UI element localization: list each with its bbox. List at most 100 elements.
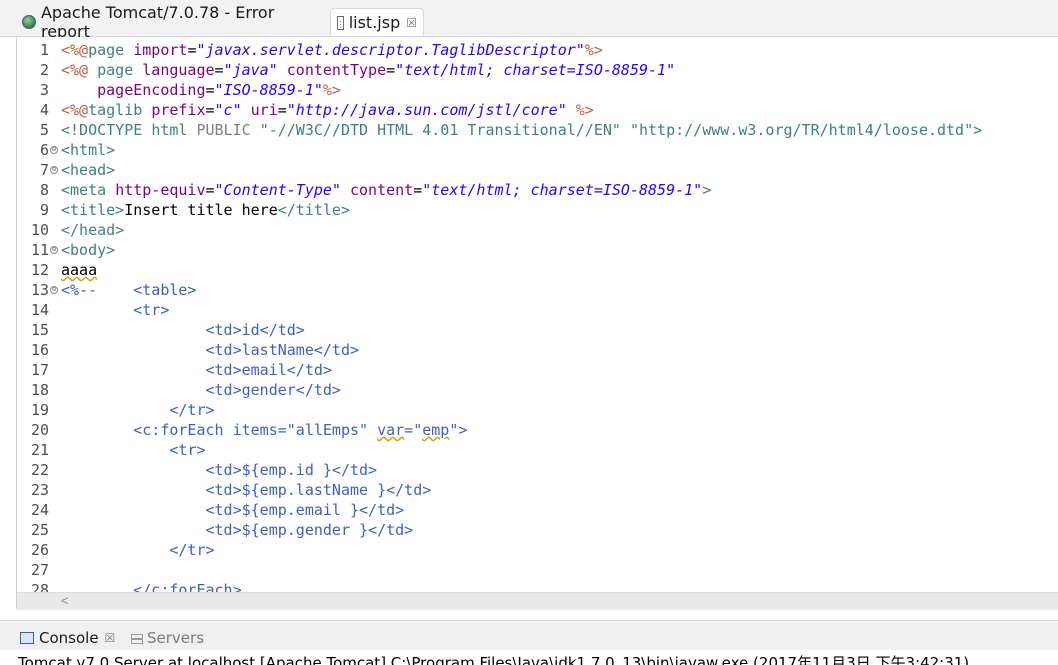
tab-label: Servers [147,629,205,647]
code-editor[interactable]: 1 2 3 4 5 6 7 8 9 10 11 12 13 14 15 16 1… [16,37,1058,610]
horizontal-scrollbar[interactable]: < [17,592,1058,610]
code-line: <html> [61,141,116,159]
console-header-text: Tomcat v7.0 Server at localhost [Apache … [18,654,970,665]
line-number: 12 [30,261,49,279]
code-line: <body> [61,241,116,259]
line-number: 24 [30,501,49,519]
tab-servers[interactable]: Servers [130,626,204,650]
code-token: "ISO-8859-1" [214,81,323,99]
code-line: </c:forEach> [61,581,242,592]
line-number: 7 [39,161,49,179]
fold-toggle-icon[interactable]: ⊖ [50,286,58,294]
code-token: "text/html; charset=ISO-8859-1" [422,181,703,199]
code-token: </title> [277,201,350,219]
code-area[interactable]: <%@page import="javax.servlet.descriptor… [61,37,1058,592]
file-icon [337,15,344,30]
code-line: <!DOCTYPE html PUBLIC "-//W3C//DTD HTML … [61,120,982,140]
code-token: = [205,181,215,199]
tab-label: Apache Tomcat/7.0.78 - Error report [40,3,275,41]
code-line: <%@ page language="java" contentType="te… [61,60,675,80]
line-number: 8 [39,181,49,199]
code-line: <%@taglib prefix="c" uri="http://java.su… [61,100,594,120]
tab-list-jsp[interactable]: list.jsp ☒ [330,8,424,36]
fold-toggle-icon[interactable]: ⊖ [50,166,58,174]
code-token: %> [566,101,594,119]
code-token: PUBLIC [187,121,260,139]
tab-console[interactable]: Console ☒ [20,626,115,650]
code-line: <meta http-equiv="Content-Type" content=… [61,180,711,200]
line-number: 14 [30,301,49,319]
code-token: "java" [223,61,278,79]
code-line: <td>gender</td> [61,381,341,399]
code-token: <%@ [61,41,89,59]
scroll-left-icon[interactable]: < [61,593,69,609]
line-number: 15 [30,321,49,339]
close-icon[interactable]: ☒ [105,631,116,645]
code-token: var [377,421,405,439]
code-token: "-//W3C//DTD HTML 4.01 Transitional//EN" [259,121,621,139]
code-line: <%-- <table> [61,281,197,299]
console-icon [20,632,34,644]
code-token: "text/html; charset=ISO-8859-1" [395,61,676,79]
code-token: > [702,181,712,199]
code-token: "> [449,421,468,439]
code-token: %> [584,41,603,59]
code-line: </tr> [61,401,215,419]
code-token: http-equiv [115,181,206,199]
globe-icon [22,15,36,29]
line-number: 16 [30,341,49,359]
code-token: "Content-Type" [214,181,341,199]
code-token: = [214,61,224,79]
code-line: <td>lastName</td> [61,341,360,359]
code-token: "http://java.sun.com/jstl/core" [286,101,567,119]
fold-toggle-icon[interactable]: ⊖ [50,246,58,254]
code-line: <title>Insert title here</title> [61,200,350,220]
code-token: = [386,61,396,79]
code-token: "javax.servlet.descriptor.TaglibDescript… [196,41,585,59]
tab-label: list.jsp [348,13,401,32]
code-token: language [142,61,215,79]
code-token: =" [404,421,423,439]
line-number: 27 [30,561,49,579]
code-line: <td>${emp.email }</td> [61,501,405,519]
code-token: page [88,41,134,59]
fold-toggle-icon[interactable]: ⊖ [50,146,58,154]
code-token: = [413,181,423,199]
code-token: content [350,181,414,199]
code-token: uri [250,101,278,119]
line-number: 21 [30,441,49,459]
code-line: <td>id</td> [61,321,305,339]
code-token: <%@ [61,61,98,79]
line-number: 23 [30,481,49,499]
code-token: pageEncoding [97,81,206,99]
code-token: html [151,121,188,139]
line-number: 2 [39,61,49,79]
code-token: = [205,101,215,119]
code-token: > [973,121,983,139]
code-line: <td>${emp.id }</td> [61,461,378,479]
code-token: <c:forEach items="allEmps" [61,421,378,439]
code-line: </head> [61,221,125,239]
code-token: <%@ [61,101,89,119]
line-number: 6 [39,141,49,159]
line-number: 19 [30,401,49,419]
code-line: </tr> [61,541,215,559]
panel-tab-bar: Console ☒ Servers [0,620,1058,651]
line-number: 9 [39,201,49,219]
code-line: <td>${emp.gender }</td> [61,521,414,539]
code-token: contentType [286,61,387,79]
code-line: <tr> [61,441,206,459]
line-number: 25 [30,521,49,539]
code-token: <meta [61,181,116,199]
code-line: <tr> [61,301,170,319]
console-output: Tomcat v7.0 Server at localhost [Apache … [0,650,1058,665]
code-token: prefix [151,101,206,119]
editor-tab-bar: Apache Tomcat/7.0.78 - Error report list… [0,0,1058,41]
tab-error-report[interactable]: Apache Tomcat/7.0.78 - Error report [16,3,334,41]
line-number: 5 [39,121,49,139]
close-icon[interactable]: ☒ [406,16,417,30]
line-number: 13 [30,281,49,299]
code-token: page [97,61,143,79]
code-token: aaaa [61,261,98,279]
